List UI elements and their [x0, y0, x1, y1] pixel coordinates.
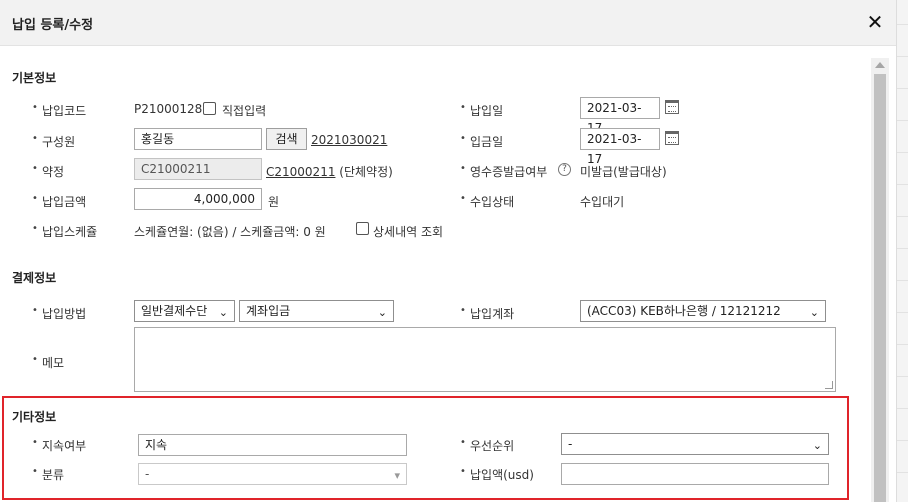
payment-code-label: 납입코드 — [32, 102, 86, 119]
priority-label: 우선순위 — [460, 437, 514, 454]
category-label: 분류 — [32, 466, 64, 483]
other-info-heading: 기타정보 — [12, 410, 57, 424]
chevron-down-icon: ⌄ — [218, 306, 228, 319]
income-status-label: 수입상태 — [460, 193, 514, 210]
usd-amount-input[interactable] — [561, 463, 829, 485]
method-select[interactable]: 일반결제수단 ⌄ — [134, 300, 235, 322]
schedule-label: 납입스케쥴 — [32, 223, 97, 240]
category-select-value: - — [145, 467, 150, 481]
method-detail-select[interactable]: 계좌입금 ⌄ — [239, 300, 394, 322]
schedule-text: 스케쥴연월: (없음) / 스케쥴금액: 0 원 — [134, 225, 326, 239]
priority-select[interactable]: - ⌄ — [561, 433, 829, 455]
basic-info-heading: 기본정보 — [12, 71, 57, 85]
payment-info-heading: 결제정보 — [12, 271, 57, 285]
chevron-down-icon: ▾ — [394, 469, 400, 482]
income-status-value: 수입대기 — [580, 195, 625, 209]
scroll-up-icon[interactable] — [875, 62, 885, 68]
deposit-date-input[interactable]: 2021-03-17 — [580, 128, 660, 166]
calendar-icon[interactable] — [665, 100, 679, 114]
member-link[interactable]: 2021030021 — [311, 133, 387, 147]
contract-info: C21000211 (단체약정) — [266, 163, 393, 180]
detail-view-label: 상세내역 조회 — [373, 225, 444, 239]
deposit-date-label: 입금일 — [460, 133, 503, 150]
resize-grip-icon[interactable] — [825, 381, 833, 389]
payment-code-value: P21000128 — [134, 102, 203, 116]
background-page-strip — [896, 0, 908, 502]
chevron-down-icon: ⌄ — [809, 306, 819, 319]
priority-select-value: - — [568, 437, 573, 451]
calendar-icon[interactable] — [665, 131, 679, 145]
amount-label: 납입금액 — [32, 193, 86, 210]
contract-suffix: (단체약정) — [339, 165, 393, 179]
memo-textarea[interactable] — [134, 327, 836, 392]
vertical-scrollbar[interactable] — [871, 58, 889, 502]
chevron-down-icon: ⌄ — [812, 439, 822, 452]
contract-link[interactable]: C21000211 — [266, 165, 335, 179]
dialog-title: 납입 등록/수정 — [12, 18, 94, 33]
continue-input[interactable]: 지속 — [138, 434, 407, 456]
method-label: 납입방법 — [32, 305, 86, 322]
help-icon[interactable]: ? — [558, 163, 571, 176]
category-select[interactable]: - ▾ — [138, 463, 407, 485]
memo-label: 메모 — [32, 354, 64, 371]
account-label: 납입계좌 — [460, 305, 514, 322]
method-select-value: 일반결제수단 — [141, 304, 208, 318]
scrollbar-thumb[interactable] — [874, 74, 886, 502]
contract-label: 약정 — [32, 163, 64, 180]
continue-label: 지속여부 — [32, 437, 86, 454]
payment-date-input[interactable]: 2021-03-17 — [580, 97, 660, 135]
member-label: 구성원 — [32, 133, 75, 150]
chevron-down-icon: ⌄ — [377, 306, 387, 319]
account-select[interactable]: (ACC03) KEB하나은행 / 12121212 ⌄ — [580, 300, 826, 322]
direct-input-checkbox[interactable] — [203, 102, 216, 115]
account-select-value: (ACC03) KEB하나은행 / 12121212 — [587, 304, 781, 318]
method-detail-select-value: 계좌입금 — [246, 304, 291, 318]
amount-input[interactable]: 4,000,000 — [134, 188, 262, 210]
member-input[interactable]: 홍길동 — [134, 128, 262, 150]
payment-dialog: 납입 등록/수정 ✕ 기본정보 납입코드 P21000128 직접입력 구성원 … — [0, 0, 908, 502]
receipt-value: 미발급(발급대상) — [580, 165, 667, 179]
member-search-button[interactable]: 검색 — [266, 128, 307, 150]
dialog-titlebar: 납입 등록/수정 ✕ — [0, 0, 896, 46]
payment-date-label: 납입일 — [460, 102, 503, 119]
direct-input-label: 직접입력 — [222, 104, 267, 118]
receipt-label: 영수증발급여부 — [460, 163, 547, 180]
usd-amount-label: 납입액(usd) — [460, 466, 534, 483]
detail-view-checkbox[interactable] — [356, 222, 369, 235]
contract-input: C21000211 — [134, 158, 262, 180]
amount-unit: 원 — [268, 195, 280, 209]
close-icon[interactable]: ✕ — [862, 10, 888, 36]
